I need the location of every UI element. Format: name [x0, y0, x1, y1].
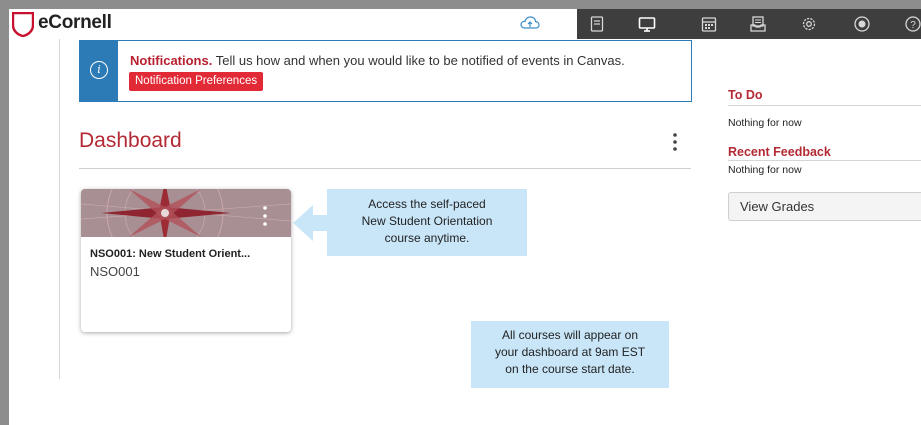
svg-text:?: ?: [910, 20, 916, 31]
course-card-menu-icon[interactable]: [261, 205, 269, 227]
cloud-icon[interactable]: [520, 16, 540, 30]
course-nav-divider: [59, 39, 60, 379]
gear-icon[interactable]: [800, 15, 818, 33]
course-card-image[interactable]: [81, 189, 291, 237]
page-title: Dashboard: [79, 129, 182, 152]
todo-divider: [728, 105, 921, 106]
recent-feedback-heading: Recent Feedback: [728, 145, 831, 159]
course-card-title[interactable]: NSO001: New Student Orient...: [90, 248, 250, 260]
feedback-empty-text: Nothing for now: [728, 164, 802, 176]
view-grades-button[interactable]: View Grades: [728, 192, 921, 221]
orientation-callout: Access the self-paced New Student Orient…: [327, 189, 527, 256]
notification-preferences-button[interactable]: Notification Preferences: [129, 72, 264, 91]
callout-line: All courses will appear on: [501, 328, 639, 342]
ecornell-logo[interactable]: eCornell: [38, 12, 112, 34]
monitor-icon[interactable]: [638, 15, 656, 33]
inbox-icon[interactable]: [749, 15, 767, 33]
course-card-code: NSO001: [90, 264, 140, 279]
cornell-shield-icon[interactable]: [12, 12, 34, 37]
notification-banner: i Notifications. Tell us how and when yo…: [79, 40, 692, 102]
calendar-icon[interactable]: [700, 15, 718, 33]
record-icon[interactable]: [853, 15, 871, 33]
course-card[interactable]: NSO001: New Student Orient... NSO001: [81, 189, 291, 332]
notification-text: Notifications. Tell us how and when you …: [130, 53, 625, 68]
callout-line: on the course start date.: [505, 362, 635, 376]
dashboard-options-icon[interactable]: [668, 130, 682, 154]
todo-heading: To Do: [728, 88, 763, 102]
help-icon[interactable]: ?: [904, 15, 921, 33]
feedback-divider: [728, 160, 921, 161]
course-availability-callout: All courses will appear on your dashboar…: [471, 321, 669, 388]
top-navigation-bar: eCornell ?: [9, 9, 921, 39]
callout-line: course anytime.: [384, 231, 470, 245]
course-card-title-text[interactable]: NSO001: New Student Orient...: [90, 248, 250, 260]
info-icon: i: [90, 61, 108, 79]
callout-line: New Student Orientation: [361, 214, 493, 228]
notification-message: Tell us how and when you would like to b…: [212, 53, 625, 68]
global-navigation-toolbar: ?: [577, 9, 921, 39]
todo-empty-text: Nothing for now: [728, 117, 802, 129]
callout-arrow-icon: [293, 205, 329, 241]
dashboard-divider: [79, 168, 691, 169]
callout-line: Access the self-paced: [368, 197, 486, 211]
book-icon[interactable]: [588, 15, 606, 33]
browser-viewport: eCornell ? i Notifications. Tell us how …: [9, 9, 921, 425]
callout-line: your dashboard at 9am EST: [494, 345, 646, 359]
notification-side-stripe: i: [80, 41, 118, 101]
notification-title: Notifications.: [130, 53, 213, 68]
